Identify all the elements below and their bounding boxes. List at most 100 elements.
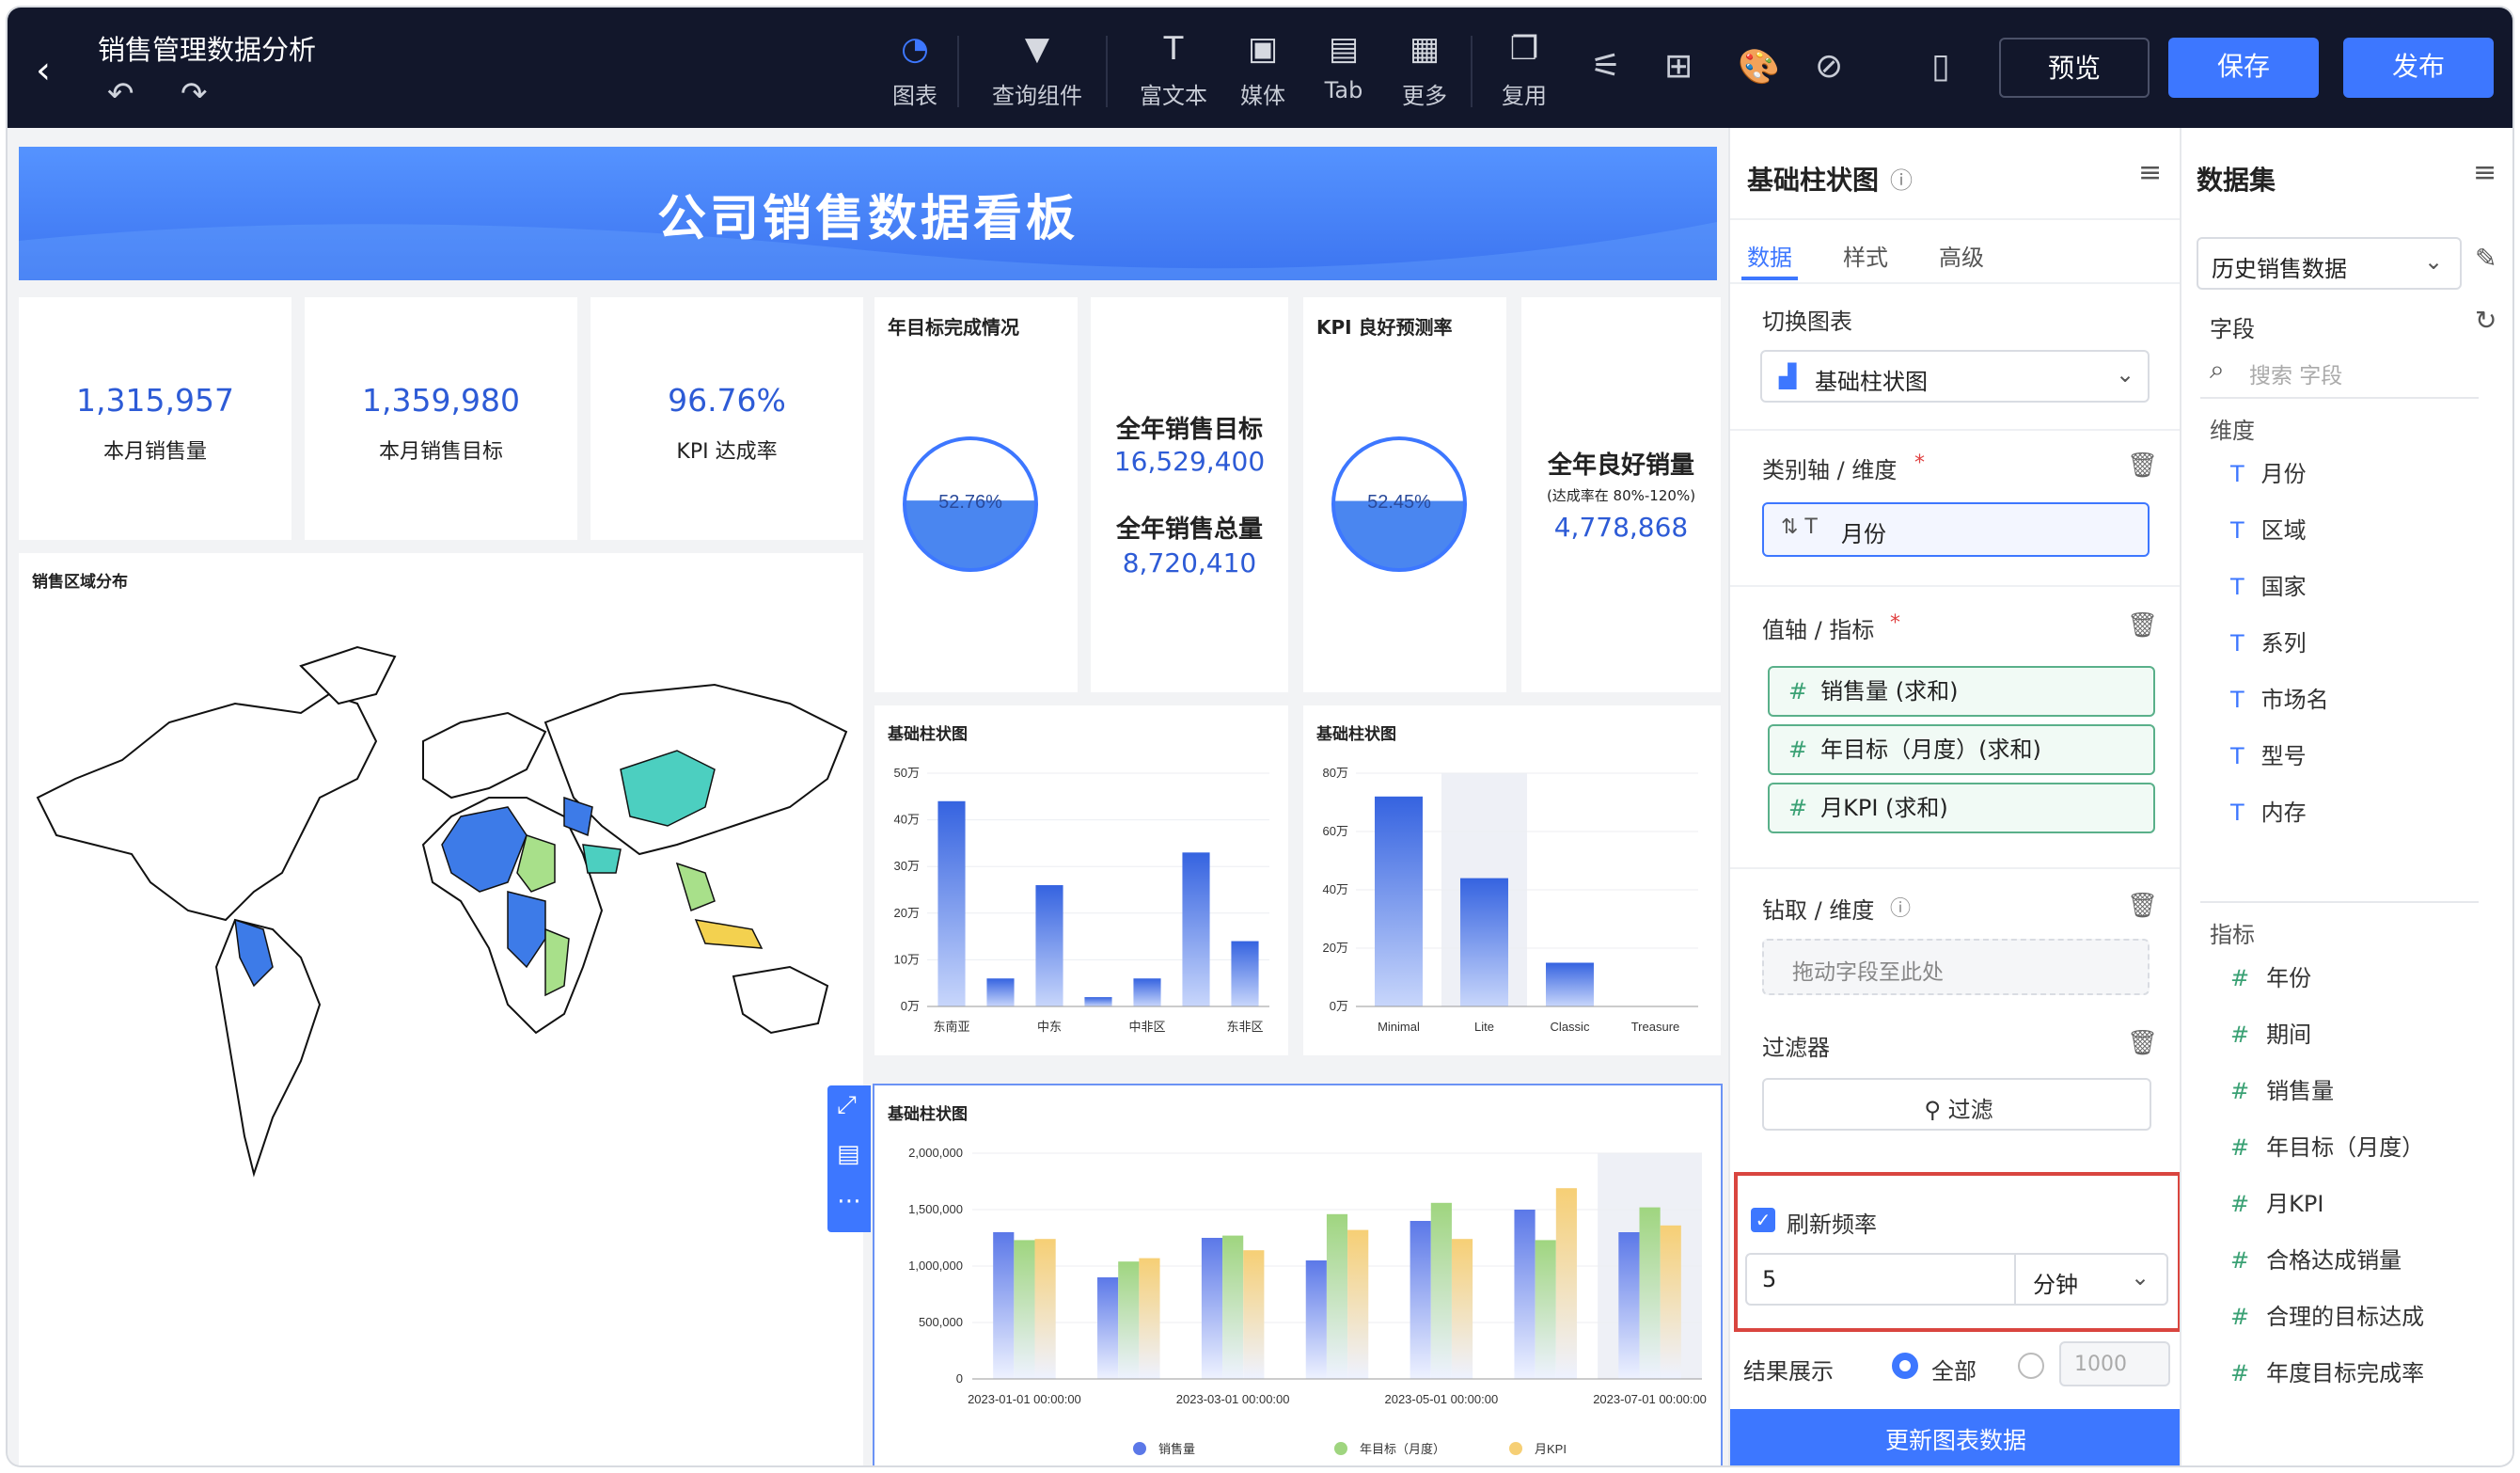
metric-field[interactable]: # 年份 xyxy=(2230,959,2311,992)
bar[interactable] xyxy=(1535,1240,1556,1379)
bar[interactable] xyxy=(1514,1210,1536,1379)
expand-icon[interactable]: ⤢ xyxy=(837,1091,857,1120)
menu-icon[interactable]: ≡ xyxy=(2473,156,2496,189)
bar[interactable] xyxy=(1243,1250,1265,1379)
publish-button[interactable]: 发布 xyxy=(2343,38,2494,98)
trash-icon[interactable]: 🗑 xyxy=(2127,1029,2158,1057)
bar[interactable] xyxy=(1546,962,1594,1007)
trash-icon[interactable]: 🗑 xyxy=(2127,892,2158,920)
metric-field[interactable]: # 期间 xyxy=(2230,1016,2311,1049)
dimension-field[interactable]: T 国家 xyxy=(2230,568,2307,601)
redo-icon[interactable]: ↷ xyxy=(181,75,208,113)
grouped-bar-chart-card[interactable]: 基础柱状图 0 500,000 1,000,000 1,500,000 2,000,00… xyxy=(873,1084,1723,1465)
bar[interactable] xyxy=(1133,978,1161,1006)
metric-field[interactable]: # 年目标（月度） xyxy=(2230,1129,2424,1162)
tab-data[interactable]: 数据 xyxy=(1747,239,1792,272)
palette-icon[interactable]: 🎨 xyxy=(1738,47,1780,87)
bar-chart-card-2[interactable]: 基础柱状图 0万 20万 40万 60万 80万 Minimal Lite Classic Tr… xyxy=(1303,705,1721,1055)
metric-field[interactable]: # 合格达成销量 xyxy=(2230,1242,2402,1275)
info-icon[interactable]: ⓘ xyxy=(1890,892,1911,922)
bar[interactable] xyxy=(1084,997,1112,1006)
info-icon[interactable]: ⓘ xyxy=(1890,162,1913,195)
bar[interactable] xyxy=(1460,878,1508,1006)
bar[interactable] xyxy=(1231,941,1259,1006)
bar[interactable] xyxy=(1451,1239,1473,1379)
update-chart-button[interactable]: 更新图表数据 xyxy=(1730,1409,2181,1465)
bar[interactable] xyxy=(1097,1277,1119,1379)
metric-field[interactable]: # 合理的目标达成 xyxy=(2230,1298,2424,1331)
annual-target-card[interactable]: 年目标完成情况 52.76% xyxy=(874,297,1078,692)
radio-limit[interactable] xyxy=(2018,1353,2044,1379)
dataset-select[interactable]: 历史销售数据 ⌄ xyxy=(2197,237,2462,290)
menu-icon[interactable]: ≡ xyxy=(2138,156,2162,189)
bar[interactable] xyxy=(1201,1238,1223,1379)
tool-richtext[interactable]: T 富文本 xyxy=(1126,28,1221,110)
val-field-pill[interactable]: # 月KPI (求和) xyxy=(1768,783,2155,833)
bar[interactable] xyxy=(1118,1261,1140,1379)
dimension-field[interactable]: T 月份 xyxy=(2230,455,2307,488)
kpi-card[interactable]: 1,359,980 本月销售目标 xyxy=(305,297,577,540)
note-icon[interactable]: ▤ xyxy=(837,1140,860,1168)
dimension-field[interactable]: T 型号 xyxy=(2230,737,2307,770)
edit-icon[interactable]: ✎ xyxy=(2475,243,2496,274)
bar[interactable] xyxy=(986,978,1015,1006)
bar[interactable] xyxy=(1660,1225,1681,1379)
refresh-icon[interactable]: ↻ xyxy=(2475,305,2496,336)
refresh-checkbox[interactable]: ✓ xyxy=(1751,1208,1775,1232)
bar[interactable] xyxy=(1430,1202,1452,1379)
kpi-forecast-card[interactable]: KPI 良好预测率 52.45% xyxy=(1303,297,1506,692)
dimension-field[interactable]: T 市场名 xyxy=(2230,681,2329,714)
preview-button[interactable]: 预览 xyxy=(1999,38,2150,98)
dimension-field[interactable]: T 区域 xyxy=(2230,512,2307,545)
tool-more[interactable]: ▦ 更多 xyxy=(1382,28,1467,110)
bar[interactable] xyxy=(1035,885,1063,1006)
back-icon[interactable]: ‹ xyxy=(36,49,51,92)
tool-tab[interactable]: ▤ Tab xyxy=(1301,28,1386,103)
refresh-unit-select[interactable]: 分钟 xyxy=(2033,1266,2078,1299)
bar[interactable] xyxy=(993,1232,1015,1379)
mobile-icon[interactable]: ▯ xyxy=(1931,47,1950,86)
bar[interactable] xyxy=(1410,1221,1431,1379)
tab-advanced[interactable]: 高级 xyxy=(1939,239,1984,272)
save-button[interactable]: 保存 xyxy=(2168,38,2319,98)
dimension-field[interactable]: T 内存 xyxy=(2230,794,2307,827)
metric-field[interactable]: # 年度目标完成率 xyxy=(2230,1354,2424,1387)
tool-query[interactable]: ▼ 查询组件 xyxy=(976,28,1098,110)
hide-icon[interactable]: ⊘ xyxy=(1815,47,1843,86)
bar[interactable] xyxy=(1014,1240,1035,1379)
kpi-card[interactable]: 1,315,957 本月销售量 xyxy=(19,297,291,540)
annual-stats-card[interactable]: 全年销售目标 16,529,400 全年销售总量 8,720,410 xyxy=(1091,297,1288,692)
tool-reuse[interactable]: ❐ 复用 xyxy=(1482,28,1567,110)
radio-all[interactable] xyxy=(1892,1353,1918,1379)
metric-field[interactable]: # 销售量 xyxy=(2230,1072,2334,1105)
chart-type-select[interactable]: ▟ 基础柱状图 ⌄ xyxy=(1760,350,2150,403)
val-field-pill[interactable]: # 年目标（月度）(求和) xyxy=(1768,724,2155,775)
tab-style[interactable]: 样式 xyxy=(1843,239,1888,272)
undo-icon[interactable]: ↶ xyxy=(107,75,134,113)
bar[interactable] xyxy=(1139,1258,1160,1379)
bar[interactable] xyxy=(1326,1213,1348,1379)
drill-drop-zone[interactable]: 拖动字段至此处 xyxy=(1762,939,2150,995)
bar[interactable] xyxy=(1034,1239,1056,1379)
bar[interactable] xyxy=(937,800,966,1006)
tool-chart[interactable]: ◔ 图表 xyxy=(873,28,957,110)
bar[interactable] xyxy=(1182,852,1210,1006)
cat-field-pill[interactable]: ⇅ T 月份 xyxy=(1762,502,2150,557)
bar[interactable] xyxy=(1555,1188,1577,1379)
more-icon[interactable]: ⋯ xyxy=(837,1187,861,1215)
tool-media[interactable]: ▣ 媒体 xyxy=(1221,28,1305,110)
metric-field[interactable]: # 月KPI xyxy=(2230,1185,2323,1218)
sliders-icon[interactable]: ⚟ xyxy=(1591,47,1621,86)
bar[interactable] xyxy=(1222,1235,1244,1379)
kpi-forecast-stats-card[interactable]: 全年良好销量 (达成率在 80%-120%) 4,778,868 xyxy=(1521,297,1721,692)
filter-button[interactable]: ⚲ 过滤 xyxy=(1762,1078,2151,1131)
kpi-card[interactable]: 96.76% KPI 达成率 xyxy=(591,297,863,540)
bar[interactable] xyxy=(1618,1232,1640,1379)
trash-icon[interactable]: 🗑 xyxy=(2127,611,2158,640)
bar[interactable] xyxy=(1347,1229,1369,1379)
search-input[interactable]: 搜索 字段 xyxy=(2249,357,2342,389)
bar[interactable] xyxy=(1639,1207,1661,1379)
map-card[interactable]: 销售区域分布 xyxy=(19,553,863,1465)
bar[interactable] xyxy=(1375,796,1423,1006)
trash-icon[interactable]: 🗑 xyxy=(2127,451,2158,480)
